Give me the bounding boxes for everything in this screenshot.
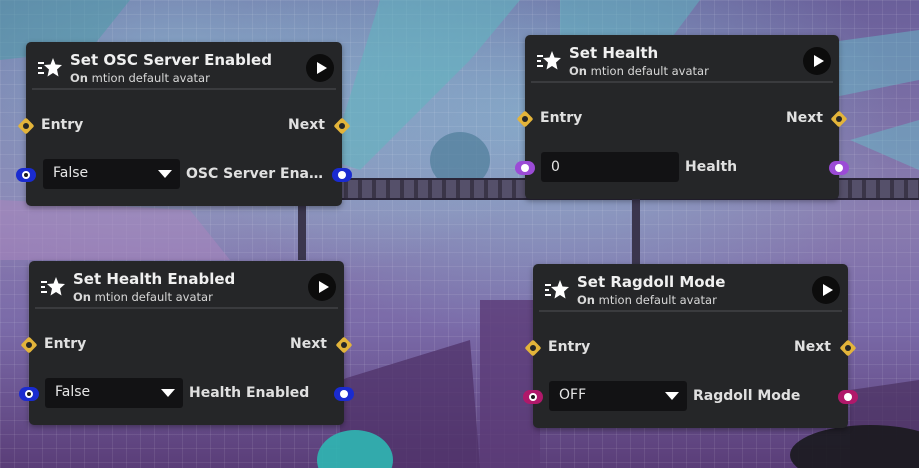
next-label: Next [290,336,327,352]
next-label: Next [794,339,831,355]
dropdown-value: False [55,384,91,400]
param-label: OSC Server Ena… [186,166,323,182]
value-dropdown[interactable]: OFF [549,381,687,411]
star-icon [537,51,561,70]
node-subtitle: On mtion default avatar [73,290,213,304]
enum-output-port[interactable] [838,390,858,404]
entry-label: Entry [548,339,591,355]
node-header[interactable]: Set OSC Server Enabled On mtion default … [26,42,342,88]
node-subtitle: On mtion default avatar [569,64,709,78]
int-input-port[interactable] [515,161,535,175]
param-label: Health [685,159,738,175]
node-set-osc-server-enabled[interactable]: Set OSC Server Enabled On mtion default … [16,42,352,206]
node-subtitle: On mtion default avatar [577,293,717,307]
dropdown-value: OFF [559,387,587,403]
dropdown-value: False [53,165,89,181]
chevron-down-icon [161,389,175,397]
header-divider [531,81,833,83]
node-subtitle: On mtion default avatar [70,71,210,85]
node-set-health-enabled[interactable]: Set Health Enabled On mtion default avat… [19,261,354,425]
node-set-ragdoll-mode[interactable]: Set Ragdoll Mode On mtion default avatar… [523,264,858,428]
play-button[interactable] [306,54,334,82]
node-set-health[interactable]: Set Health On mtion default avatar Entry… [515,35,849,199]
param-label: Health Enabled [189,385,310,401]
entry-label: Entry [41,117,84,133]
chevron-down-icon [158,170,172,178]
health-value-input[interactable] [541,152,679,182]
truss-pole [632,190,640,268]
star-icon [41,277,65,296]
chevron-down-icon [665,392,679,400]
bool-output-port[interactable] [332,168,352,182]
node-title: Set Ragdoll Mode [577,273,726,291]
star-icon [545,280,569,299]
node-header[interactable]: Set Health On mtion default avatar [525,35,839,81]
play-button[interactable] [803,47,831,75]
enum-input-port[interactable] [523,390,543,404]
header-divider [35,307,338,309]
header-divider [32,88,336,90]
node-header[interactable]: Set Ragdoll Mode On mtion default avatar [533,264,848,310]
node-title: Set Health [569,44,659,62]
bool-output-port[interactable] [334,387,354,401]
int-output-port[interactable] [829,161,849,175]
node-title: Set Health Enabled [73,270,236,288]
node-header[interactable]: Set Health Enabled On mtion default avat… [29,261,344,307]
bool-input-port[interactable] [19,387,39,401]
entry-label: Entry [44,336,87,352]
entry-label: Entry [540,110,583,126]
next-label: Next [786,110,823,126]
value-dropdown[interactable]: False [43,159,180,189]
header-divider [539,310,842,312]
param-label: Ragdoll Mode [693,388,801,404]
node-title: Set OSC Server Enabled [70,51,272,69]
next-label: Next [288,117,325,133]
bool-input-port[interactable] [16,168,36,182]
value-dropdown[interactable]: False [45,378,183,408]
play-button[interactable] [812,276,840,304]
star-icon [38,58,62,77]
play-button[interactable] [308,273,336,301]
